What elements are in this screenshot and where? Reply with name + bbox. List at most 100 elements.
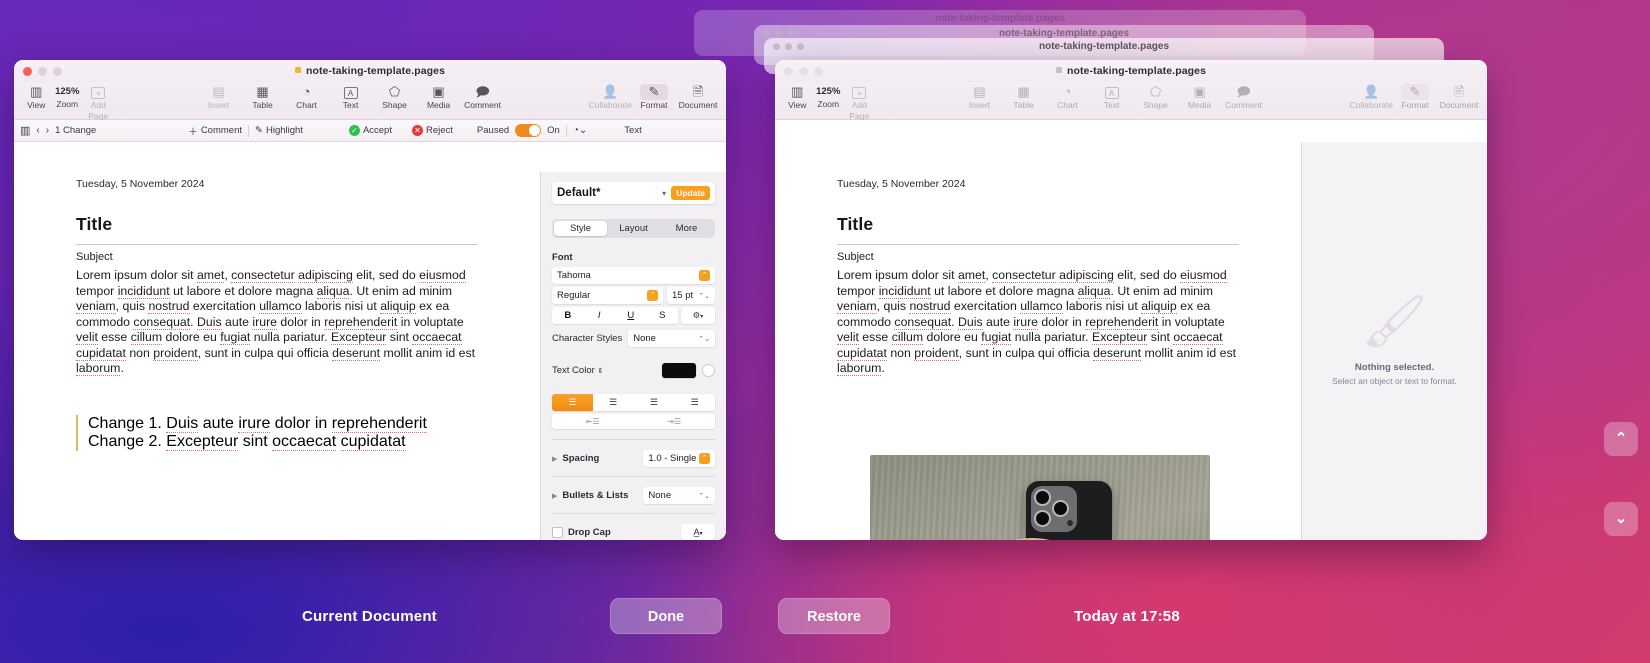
next-version-button[interactable]: ⌄ — [1604, 502, 1638, 536]
highlight-button[interactable]: ✎ Highlight — [255, 125, 303, 136]
format-inspector-empty[interactable]: 🖌 Nothing selected. Select an object or … — [1301, 142, 1487, 540]
chevron-down-icon[interactable]: ▾ — [662, 189, 666, 198]
close-icon[interactable] — [23, 67, 32, 76]
spacing-stepper-icon[interactable]: ⌃ — [699, 453, 710, 464]
document-canvas[interactable]: Tuesday, 5 November 2024 Title Subject L… — [14, 142, 540, 540]
align-right-button[interactable]: ☰ — [634, 394, 675, 411]
disclosure-triangle-icon[interactable]: ▶ — [552, 455, 557, 463]
font-style-group[interactable]: B I U S — [552, 307, 678, 324]
toolbar-shape-button[interactable]: ⬠ Shape — [373, 82, 417, 111]
toolbar-add-page-button[interactable]: + Add Page — [84, 82, 112, 122]
strikethrough-button[interactable]: S — [647, 307, 679, 324]
toolbar-comment-button[interactable]: 🗩 Comment — [461, 82, 505, 111]
done-button[interactable]: Done — [610, 598, 722, 634]
chevron-down-icon: ▾ — [700, 314, 704, 320]
font-weight-select[interactable]: Regular ⌃ — [552, 287, 663, 304]
next-change-button[interactable]: › — [46, 125, 49, 136]
font-size-stepper-icon[interactable]: ⌃⌄ — [698, 292, 710, 300]
version-document-window[interactable]: note-taking-template.pages ▥ View 125% Z… — [775, 60, 1487, 540]
toolbar-add-page-label: Add Page — [88, 100, 109, 121]
color-wheel-button[interactable] — [702, 364, 715, 377]
indent-buttons[interactable]: ⇤☰ ⇥☰ — [552, 414, 715, 429]
minimize-icon[interactable] — [38, 67, 47, 76]
increase-indent-button[interactable]: ⇥☰ — [634, 414, 716, 429]
toolbar-document-button[interactable]: 🗎 Document — [676, 82, 720, 111]
character-styles-row[interactable]: Character Styles None ⌃⌄ — [552, 330, 715, 347]
tab-style[interactable]: Style — [554, 221, 607, 236]
document-photo[interactable]: › — [870, 455, 1210, 540]
review-toolbar[interactable]: ▥ ‹ › 1 Change ＋ Comment ✎ Highlight ✓ A… — [14, 120, 726, 142]
bold-button[interactable]: B — [552, 307, 584, 324]
update-style-button[interactable]: Update — [671, 186, 710, 200]
font-style-buttons[interactable]: B I U S ⚙▾ — [552, 307, 715, 324]
tracking-toggle[interactable] — [515, 124, 542, 137]
toolbar-text-label: Text — [1103, 100, 1120, 110]
font-family-stepper-icon[interactable]: ⌃ — [699, 270, 710, 281]
toolbar-table-label: Table — [1013, 100, 1034, 110]
tab-layout[interactable]: Layout — [607, 221, 660, 236]
toolbar-view-button[interactable]: ▥ View — [22, 82, 50, 111]
drop-cap-style-button[interactable]: A̲▾ — [681, 524, 715, 540]
underline-button[interactable]: U — [615, 307, 647, 324]
drop-cap-row[interactable]: Drop Cap A̲▾ — [552, 524, 715, 540]
font-family-select[interactable]: Tahoma ⌃ — [552, 267, 715, 284]
insert-icon: ▤ — [973, 84, 986, 99]
toolbar-view-button: ▥ View — [783, 82, 811, 111]
decrease-indent-button[interactable]: ⇤☰ — [552, 414, 634, 429]
previous-version-button[interactable]: ⌃ — [1604, 422, 1638, 456]
font-options-gear-button[interactable]: ⚙▾ — [681, 307, 715, 324]
paragraph-style-selector[interactable]: Default* ▾ Update — [552, 182, 715, 204]
highlight-label: Highlight — [265, 125, 303, 136]
toolbar-chart-button[interactable]: ◔ Chart — [285, 82, 329, 111]
toolbar-format-label: Format — [640, 100, 668, 110]
align-center-button[interactable]: ☰ — [593, 394, 634, 411]
maximize-icon[interactable] — [814, 67, 823, 76]
camera-module — [1031, 485, 1078, 532]
align-left-button[interactable]: ☰ — [552, 394, 593, 411]
toolbar-collaborate-button[interactable]: 👤 Collaborate — [589, 82, 632, 111]
minimize-icon[interactable] — [799, 67, 808, 76]
toolbar-text-button[interactable]: A Text — [329, 82, 373, 111]
italic-button[interactable]: I — [584, 307, 616, 324]
font-size-stepper[interactable]: 15 pt ⌃⌄ — [667, 287, 715, 304]
traffic-lights[interactable] — [784, 67, 823, 76]
traffic-lights[interactable] — [23, 67, 62, 76]
align-justify-button[interactable]: ☰ — [674, 394, 715, 411]
font-weight-stepper-icon[interactable]: ⌃ — [647, 290, 658, 301]
window-title-text: note-taking-template.pages — [1066, 65, 1207, 77]
close-icon[interactable] — [784, 67, 793, 76]
toolbar-insert-button[interactable]: ▤ Insert — [197, 82, 241, 111]
bullets-lists-select[interactable]: None ⌃⌄ — [643, 487, 715, 504]
format-sidebar[interactable]: Default* ▾ Update Style Layout More Font… — [540, 172, 726, 540]
bullets-lists-row[interactable]: ▶ Bullets & Lists None ⌃⌄ — [552, 487, 715, 504]
font-weight-size-row[interactable]: Regular ⌃ 15 pt ⌃⌄ — [552, 287, 715, 307]
text-color-swatch[interactable] — [662, 363, 696, 378]
toolbar[interactable]: ▥ View 125% Zoom + Add Page ▤ Insert ▦ T… — [14, 82, 726, 122]
toolbar-format-button[interactable]: ✎ Format — [632, 82, 676, 111]
spacing-row[interactable]: ▶ Spacing 1.0 - Single ⌃ — [552, 450, 715, 467]
accept-change-button[interactable]: ✓ Accept — [348, 125, 392, 136]
spacing-select[interactable]: 1.0 - Single ⌃ — [643, 450, 715, 467]
format-tabs[interactable]: Style Layout More — [552, 219, 715, 238]
text-alignment-buttons[interactable]: ☰ ☰ ☰ ☰ — [552, 394, 715, 411]
maximize-icon[interactable] — [53, 67, 62, 76]
document-body[interactable]: Lorem ipsum dolor sit amet, consectetur … — [76, 268, 478, 377]
character-styles-select[interactable]: None ⌃⌄ — [628, 330, 715, 347]
document-page[interactable]: Tuesday, 5 November 2024 Title Subject L… — [14, 142, 540, 451]
text-color-row[interactable]: Text Color ⇕ — [552, 363, 715, 378]
toolbar-chart-label: Chart — [1057, 100, 1078, 110]
reject-change-button[interactable]: ✕ Reject — [411, 125, 453, 136]
disclosure-triangle-icon[interactable]: ▶ — [552, 492, 557, 500]
drop-cap-checkbox[interactable] — [552, 526, 563, 538]
tracked-changes-block[interactable]: Change 1. Duis aute irure dolor in repre… — [76, 414, 478, 451]
toolbar-zoom-control[interactable]: 125% Zoom — [50, 82, 84, 109]
version-document-canvas[interactable]: Tuesday, 5 November 2024 Title Subject L… — [775, 120, 1301, 540]
prev-change-button[interactable]: ‹ — [36, 125, 39, 136]
current-document-window[interactable]: note-taking-template.pages ▥ View 125% Z… — [14, 60, 726, 540]
toolbar-table-button[interactable]: ▦ Table — [241, 82, 285, 111]
toolbar-media-button[interactable]: ▣ Media — [417, 82, 461, 111]
sidebar-toggle-icon[interactable]: ▥ — [20, 124, 30, 137]
tab-more[interactable]: More — [660, 221, 713, 236]
restore-button[interactable]: Restore — [778, 598, 890, 634]
add-comment-button[interactable]: ＋ Comment — [188, 124, 242, 138]
